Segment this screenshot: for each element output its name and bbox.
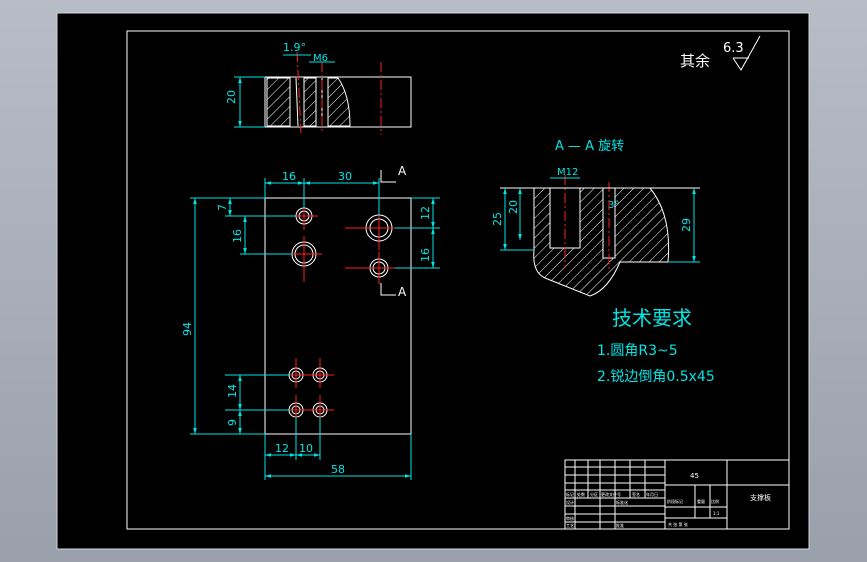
dim-9: 9	[226, 419, 239, 426]
dim-14: 14	[226, 384, 239, 398]
dim-29: 29	[680, 218, 693, 232]
header-cell: 年月日	[646, 491, 658, 497]
drawing-sheet	[56, 12, 810, 550]
roughness-value: 6.3	[723, 41, 744, 56]
top-view-hatch-left	[266, 77, 291, 127]
dim-7: 7	[216, 204, 229, 211]
top-view-hatch-mid	[303, 77, 317, 127]
dim-12-right: 12	[419, 206, 432, 220]
dim-25: 25	[491, 212, 504, 226]
dim-16-right: 16	[419, 248, 432, 262]
dim-top-thread: M6	[313, 53, 328, 64]
header-cell: 处数	[577, 491, 585, 497]
dim-94: 94	[181, 322, 194, 336]
scale-value: 1:1	[713, 511, 720, 516]
header-cell: 签名	[632, 491, 640, 497]
row-label: 审核	[566, 515, 574, 521]
material: 45	[690, 472, 699, 480]
section-mark-top: A	[398, 164, 407, 178]
std-label: 标准化	[616, 499, 628, 505]
dim-top-height: 20	[225, 90, 238, 104]
tech-item-2: 2.锐边倒角0.5x45	[597, 369, 715, 385]
dim-10-bottom: 10	[299, 442, 313, 455]
header-cell: 标记	[566, 491, 574, 497]
tech-title: 技术要求	[612, 306, 692, 330]
roughness-label: 其余	[680, 52, 710, 70]
dim-16-top: 16	[282, 170, 296, 183]
row-label: 设计	[566, 499, 574, 505]
part-name: 支撑板	[750, 493, 771, 502]
dim-top-angle: 1.9°	[283, 41, 306, 54]
approve-label: 批准	[616, 522, 624, 528]
header-cell: 更改文件号	[601, 491, 621, 497]
cad-drawing: 其余 6.3 20 1.9° M6 16 30 A A 7 16 94 14 9…	[56, 12, 810, 550]
header-cell: 分区	[590, 491, 598, 497]
scale-label: 比例	[711, 498, 719, 504]
dim-m12: M12	[557, 167, 578, 178]
dim-30-top: 30	[338, 170, 352, 183]
row-label: 工艺	[566, 523, 574, 528]
section-mark-bottom: A	[398, 285, 407, 299]
dim-20: 20	[507, 200, 520, 214]
weight-label: 重量	[697, 498, 705, 504]
section-title: A — A 旋转	[555, 139, 624, 154]
dim-58: 58	[331, 463, 345, 476]
sheets-label: 共 张 第 张	[668, 521, 688, 527]
dim-16-left: 16	[231, 229, 244, 243]
dim-angle-3: 3°	[608, 200, 619, 211]
dim-12-bottom: 12	[275, 442, 289, 455]
tech-item-1: 1.圆角R3~5	[597, 343, 678, 359]
stage-label: 阶段标记	[667, 498, 683, 504]
